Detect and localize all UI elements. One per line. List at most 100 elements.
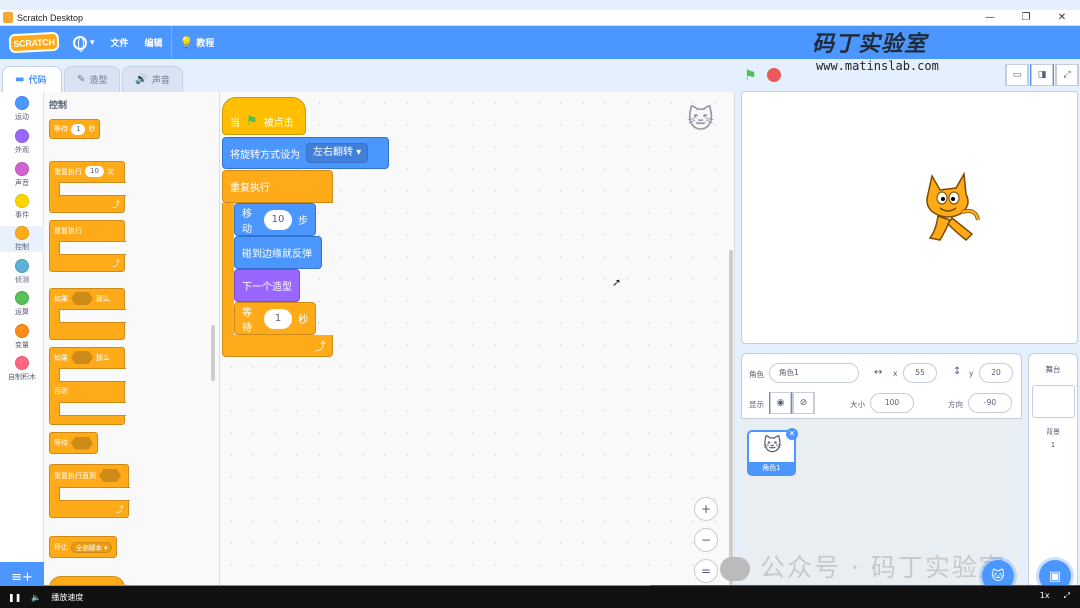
loop-arrow-icon: ⤴ bbox=[112, 259, 120, 268]
sprite-name-input[interactable]: 角色1 bbox=[769, 363, 859, 383]
sprite-thumbnail[interactable]: 🐱 ✕ 角色1 bbox=[747, 428, 798, 476]
category-variables[interactable]: 变量 bbox=[0, 324, 44, 350]
palette-block-forever[interactable]: 重复执行 ⤴ bbox=[49, 220, 126, 272]
block-label: 秒 bbox=[298, 315, 308, 326]
speed-icon[interactable]: 1x bbox=[1040, 591, 1050, 601]
tutorials-label: 教程 bbox=[196, 39, 215, 49]
zoom-out-button[interactable]: − bbox=[694, 528, 718, 552]
tab-sounds[interactable]: 🔊 声音 bbox=[122, 66, 183, 92]
file-menu-label: 文件 bbox=[110, 39, 129, 49]
palette-block-wait-until[interactable]: 等待 bbox=[49, 432, 98, 454]
stage-canvas[interactable] bbox=[741, 91, 1078, 344]
delete-sprite-button[interactable]: ✕ bbox=[786, 428, 798, 440]
close-button[interactable]: ✕ bbox=[1044, 10, 1080, 26]
block-label: 那么 bbox=[96, 353, 110, 362]
stop-option-dropdown[interactable]: 全部脚本 ▾ bbox=[71, 541, 113, 553]
move-steps-input[interactable]: 10 bbox=[264, 209, 292, 230]
block-label: 那么 bbox=[96, 294, 110, 303]
block-label: 下一个造型 bbox=[242, 282, 292, 293]
small-stage-button[interactable]: ▭ bbox=[1005, 64, 1029, 86]
direction-input[interactable]: -90 bbox=[968, 393, 1012, 413]
hide-sprite-button[interactable]: ⊘ bbox=[792, 392, 815, 414]
block-input[interactable]: 1 bbox=[71, 123, 86, 135]
block-label: 将旋转方式设为 bbox=[230, 149, 300, 161]
script-block-bounce[interactable]: 碰到边缘就反弹 bbox=[234, 236, 322, 269]
file-menu[interactable]: 文件 bbox=[103, 26, 137, 59]
tab-code[interactable]: ▬ 代码 bbox=[2, 66, 62, 92]
fullscreen-video-icon[interactable]: ⤢ bbox=[1064, 591, 1070, 601]
stage-thumbnail[interactable] bbox=[1032, 385, 1075, 418]
block-slot bbox=[59, 182, 126, 196]
palette-block-stop[interactable]: 停止 全部脚本 ▾ bbox=[49, 536, 118, 558]
language-menu[interactable]: ▾ bbox=[65, 26, 103, 59]
stop-button[interactable] bbox=[767, 68, 781, 82]
show-sprite-button[interactable]: ◉ bbox=[769, 392, 792, 414]
scratch-logo[interactable]: SCRATCH bbox=[8, 31, 60, 54]
boolean-slot[interactable] bbox=[71, 292, 93, 305]
palette-block-repeat[interactable]: 重复执行 10 次 ⤴ bbox=[49, 161, 126, 213]
category-events[interactable]: 事件 bbox=[0, 194, 44, 220]
green-flag-icon: ⚑ bbox=[246, 113, 258, 129]
palette-block-if-else[interactable]: 如果 那么 否则 bbox=[49, 347, 126, 425]
code-icon: ▬ bbox=[15, 74, 25, 85]
category-motion[interactable]: 运动 bbox=[0, 96, 44, 122]
green-flag-button[interactable]: ⚑ bbox=[744, 68, 757, 84]
category-dot bbox=[15, 226, 29, 240]
category-label: 侦测 bbox=[15, 276, 29, 284]
category-sound[interactable]: 声音 bbox=[0, 162, 44, 188]
script-vertical-scrollbar[interactable] bbox=[729, 250, 733, 585]
fullscreen-button[interactable]: ⤢ bbox=[1055, 64, 1079, 86]
boolean-slot[interactable] bbox=[99, 469, 121, 482]
tab-costumes-label: 造型 bbox=[89, 76, 108, 86]
boolean-slot[interactable] bbox=[71, 436, 93, 450]
category-label: 外观 bbox=[15, 146, 29, 154]
block-label: 停止 bbox=[54, 543, 68, 551]
sprite-thumb-name: 角色1 bbox=[749, 462, 794, 474]
zoom-reset-button[interactable]: = bbox=[694, 559, 718, 583]
category-operators[interactable]: 运算 bbox=[0, 291, 44, 317]
maximize-button[interactable]: ❐ bbox=[1008, 10, 1044, 26]
tab-costumes[interactable]: ✎ 造型 bbox=[64, 66, 121, 92]
edit-menu[interactable]: 编辑 bbox=[137, 26, 171, 59]
category-dot bbox=[15, 96, 29, 110]
wait-seconds-input[interactable]: 1 bbox=[264, 308, 292, 329]
pause-icon[interactable]: ❚❚ bbox=[8, 593, 21, 602]
palette-block-if[interactable]: 如果 那么 bbox=[49, 288, 126, 340]
script-block-set-rotation-style[interactable]: 将旋转方式设为 左右翻转 ▾ bbox=[222, 137, 389, 169]
category-sensing[interactable]: 侦测 bbox=[0, 259, 44, 285]
title-bar: Scratch Desktop — ❐ ✕ bbox=[0, 10, 1080, 26]
script-block-move[interactable]: 移动 10 步 bbox=[234, 203, 316, 236]
volume-icon[interactable]: 🔈 bbox=[31, 593, 41, 602]
large-stage-button[interactable]: ◨ bbox=[1030, 64, 1054, 86]
tutorials-menu[interactable]: 💡 教程 bbox=[172, 26, 223, 59]
block-label: 重复执行直到 bbox=[54, 471, 96, 480]
category-looks[interactable]: 外观 bbox=[0, 129, 44, 155]
category-control[interactable]: 控制 bbox=[0, 226, 44, 252]
eye-slash-icon: ⊘ bbox=[793, 392, 814, 414]
script-block-when-flag-clicked[interactable]: 当 ⚑ 被点击 bbox=[222, 97, 306, 135]
stage-selector[interactable]: 舞台 背景 1 bbox=[1028, 353, 1078, 588]
script-block-next-costume[interactable]: 下一个造型 bbox=[234, 269, 300, 302]
palette-block-wait[interactable]: 等待 1 秒 bbox=[49, 119, 101, 139]
x-position-input[interactable]: 55 bbox=[903, 363, 937, 383]
tab-sounds-label: 声音 bbox=[151, 76, 170, 86]
minimize-button[interactable]: — bbox=[972, 10, 1008, 26]
palette-block-repeat-until[interactable]: 重复执行直到 ⤴ bbox=[49, 464, 130, 518]
rotation-style-dropdown[interactable]: 左右翻转 ▾ bbox=[306, 143, 369, 163]
script-block-wait[interactable]: 等待 1 秒 bbox=[234, 302, 316, 335]
block-input[interactable]: 10 bbox=[85, 166, 104, 177]
category-dot bbox=[15, 194, 29, 208]
y-position-input[interactable]: 20 bbox=[979, 363, 1013, 383]
block-label: 次 bbox=[106, 167, 114, 176]
category-my-blocks[interactable]: 自制积木 bbox=[0, 356, 44, 382]
forever-loop-body bbox=[222, 203, 234, 337]
size-input[interactable]: 100 bbox=[870, 393, 914, 413]
cat-sprite[interactable] bbox=[912, 168, 984, 244]
palette-scrollbar[interactable] bbox=[211, 325, 215, 381]
zoom-in-button[interactable]: + bbox=[694, 497, 718, 521]
boolean-slot[interactable] bbox=[71, 351, 93, 364]
large-stage-icon: ◨ bbox=[1031, 64, 1053, 86]
script-block-forever[interactable]: 重复执行 bbox=[222, 170, 333, 203]
visibility-toggle: ◉ ⊘ bbox=[769, 392, 815, 414]
backdrop-label: 背景 bbox=[1046, 428, 1060, 436]
